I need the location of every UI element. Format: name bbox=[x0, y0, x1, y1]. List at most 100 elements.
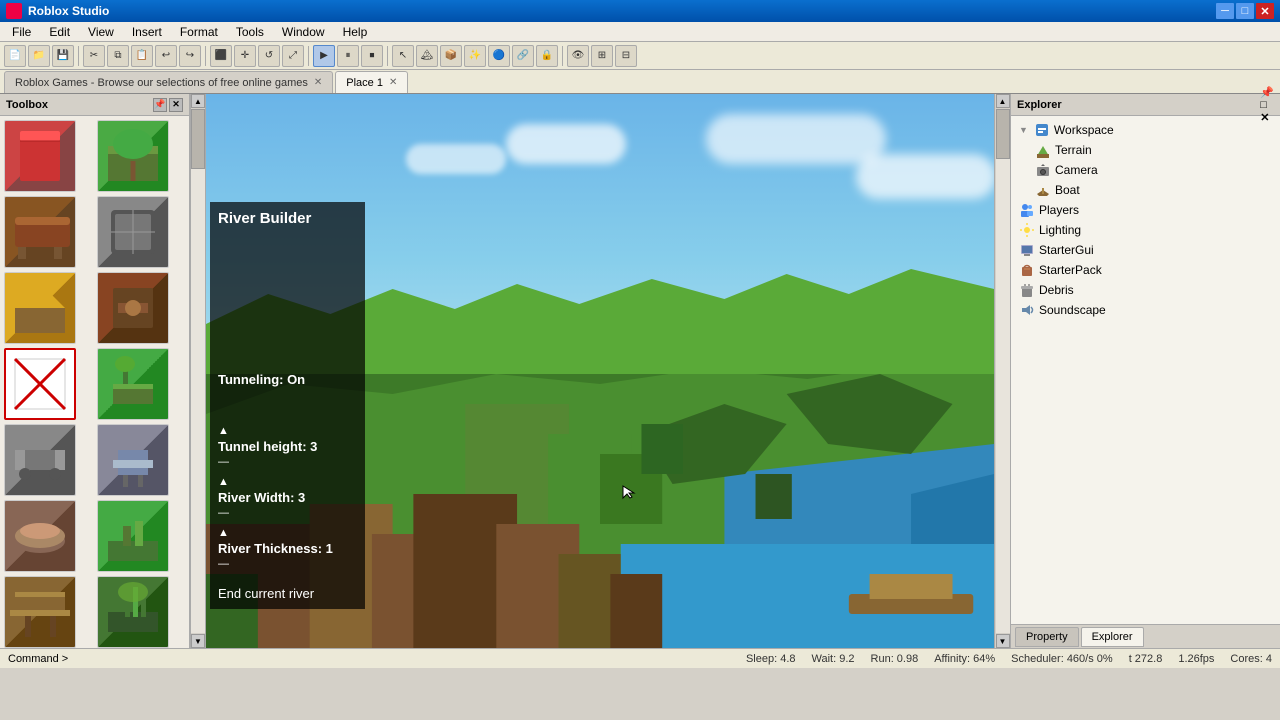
toolbar-snap[interactable]: ⊞ bbox=[591, 45, 613, 67]
toolbox-item-8[interactable] bbox=[97, 348, 169, 420]
explorer-pin[interactable]: 📌 bbox=[1260, 86, 1274, 99]
toolbar-save[interactable]: 💾 bbox=[52, 45, 74, 67]
scrollbar-track bbox=[191, 109, 205, 633]
toolbox-item-10[interactable] bbox=[97, 424, 169, 496]
tunneling-row: Tunneling: On bbox=[218, 372, 357, 387]
explorer-item-players[interactable]: Players bbox=[1015, 200, 1276, 220]
menu-format[interactable]: Format bbox=[172, 23, 226, 41]
toolbar-paste[interactable]: 📋 bbox=[131, 45, 153, 67]
tab-place1-close[interactable]: ✕ bbox=[389, 77, 397, 88]
lighting-icon bbox=[1019, 222, 1035, 238]
toolbox-item-14[interactable] bbox=[97, 576, 169, 648]
toolbar-join[interactable]: 🔗 bbox=[512, 45, 534, 67]
river-width-row[interactable]: ▲ River Width: 3 — bbox=[218, 476, 357, 519]
toolbox-item-13[interactable] bbox=[4, 576, 76, 648]
explorer-item-lighting[interactable]: Lighting bbox=[1015, 220, 1276, 240]
toolbar-cursor[interactable]: ↖ bbox=[392, 45, 414, 67]
status-stats: Sleep: 4.8 Wait: 9.2 Run: 0.98 Affinity:… bbox=[746, 653, 1272, 665]
toolbar-redo[interactable]: ↪ bbox=[179, 45, 201, 67]
tab-games-close[interactable]: ✕ bbox=[314, 77, 322, 88]
toolbox-close[interactable]: ✕ bbox=[169, 98, 183, 112]
camera-icon bbox=[1035, 162, 1051, 178]
toolbar-effect[interactable]: ✨ bbox=[464, 45, 486, 67]
toolbar-new[interactable]: 📄 bbox=[4, 45, 26, 67]
menu-help[interactable]: Help bbox=[335, 23, 376, 41]
toolbox-item-7[interactable] bbox=[4, 348, 76, 420]
explorer-item-debris[interactable]: Debris bbox=[1015, 280, 1276, 300]
menu-view[interactable]: View bbox=[80, 23, 122, 41]
toolbar-scale[interactable]: ⤢ bbox=[282, 45, 304, 67]
menu-window[interactable]: Window bbox=[274, 23, 333, 41]
maximize-button[interactable]: □ bbox=[1236, 3, 1254, 19]
tunnel-height-row[interactable]: ▲ Tunnel height: 3 — bbox=[218, 425, 357, 468]
toolbar-stop[interactable]: ⏹ bbox=[361, 45, 383, 67]
tab-games[interactable]: Roblox Games - Browse our selections of … bbox=[4, 71, 333, 93]
viewport-scroll-thumb[interactable] bbox=[996, 109, 1010, 159]
explorer-item-workspace[interactable]: ▼ Workspace bbox=[1015, 120, 1276, 140]
toolbox-item-2[interactable] bbox=[97, 120, 169, 192]
toolbar-open[interactable]: 📁 bbox=[28, 45, 50, 67]
explorer-item-camera[interactable]: Camera bbox=[1015, 160, 1276, 180]
toolbox-item-1[interactable] bbox=[4, 120, 76, 192]
toolbox-item-9[interactable] bbox=[4, 424, 76, 496]
tab-place1[interactable]: Place 1 ✕ bbox=[335, 71, 408, 93]
end-river-button[interactable]: End current river bbox=[218, 586, 357, 601]
river-builder-panel: River Builder Tunneling: On ▲ Tunnel hei… bbox=[210, 202, 365, 609]
starterpack-label: StarterPack bbox=[1039, 263, 1102, 277]
menu-bar: File Edit View Insert Format Tools Windo… bbox=[0, 22, 1280, 42]
status-sleep: Sleep: 4.8 bbox=[746, 653, 796, 665]
explorer-maximize[interactable]: □ bbox=[1260, 99, 1274, 111]
toolbar-copy[interactable]: ⧉ bbox=[107, 45, 129, 67]
scrollbar-down[interactable]: ▼ bbox=[191, 634, 205, 648]
toolbar-grid[interactable]: ⊟ bbox=[615, 45, 637, 67]
toolbox-scrollbar[interactable]: ▲ ▼ bbox=[190, 94, 206, 648]
scrollbar-up[interactable]: ▲ bbox=[191, 94, 205, 108]
toolbar-play[interactable]: ▶ bbox=[313, 45, 335, 67]
viewport[interactable]: River Builder Tunneling: On ▲ Tunnel hei… bbox=[206, 94, 994, 648]
viewport-scroll-down[interactable]: ▼ bbox=[996, 634, 1010, 648]
close-button[interactable]: ✕ bbox=[1256, 3, 1274, 19]
toolbar-move[interactable]: ✛ bbox=[234, 45, 256, 67]
tab-property[interactable]: Property bbox=[1015, 627, 1079, 647]
explorer-item-terrain[interactable]: Terrain bbox=[1015, 140, 1276, 160]
toolbar-rotate[interactable]: ↺ bbox=[258, 45, 280, 67]
toolbar-pause[interactable]: ⏸ bbox=[337, 45, 359, 67]
toolbox-item-11[interactable] bbox=[4, 500, 76, 572]
toolbar-cut[interactable]: ✂ bbox=[83, 45, 105, 67]
explorer-item-soundscape[interactable]: Soundscape bbox=[1015, 300, 1276, 320]
toolbar-select[interactable]: ⬛ bbox=[210, 45, 232, 67]
toolbar-lock[interactable]: 🔒 bbox=[536, 45, 558, 67]
toolbox-item-3[interactable] bbox=[4, 196, 76, 268]
toolbar-sep5 bbox=[562, 46, 563, 66]
toolbox-pin[interactable]: 📌 bbox=[153, 98, 167, 112]
menu-tools[interactable]: Tools bbox=[228, 23, 272, 41]
toolbar-model[interactable]: 📦 bbox=[440, 45, 462, 67]
status-fps: 1.26fps bbox=[1178, 653, 1214, 665]
toolbox-item-5[interactable] bbox=[4, 272, 76, 344]
scrollbar-thumb[interactable] bbox=[191, 109, 205, 169]
viewport-scrollbar[interactable]: ▲ ▼ bbox=[994, 94, 1010, 648]
toolbar-sep2 bbox=[205, 46, 206, 66]
toolbox-item-4[interactable] bbox=[97, 196, 169, 268]
debris-icon bbox=[1019, 282, 1035, 298]
toolbar-view3d[interactable]: 👁 bbox=[567, 45, 589, 67]
menu-file[interactable]: File bbox=[4, 23, 39, 41]
explorer-item-boat[interactable]: Boat bbox=[1015, 180, 1276, 200]
toolbar-undo[interactable]: ↩ bbox=[155, 45, 177, 67]
tab-explorer[interactable]: Explorer bbox=[1081, 627, 1144, 647]
command-prompt[interactable]: Command > bbox=[8, 653, 68, 665]
toolbox-item-6[interactable] bbox=[97, 272, 169, 344]
toolbox-title: Toolbox bbox=[6, 99, 48, 111]
tunnel-height-label: Tunnel height: 3 bbox=[218, 439, 357, 454]
menu-insert[interactable]: Insert bbox=[124, 23, 170, 41]
toolbar-part[interactable]: 🔵 bbox=[488, 45, 510, 67]
players-icon bbox=[1019, 202, 1035, 218]
toolbar-terrain[interactable]: 🏔 bbox=[416, 45, 438, 67]
toolbox-item-12[interactable] bbox=[97, 500, 169, 572]
minimize-button[interactable]: ─ bbox=[1216, 3, 1234, 19]
explorer-item-starterpack[interactable]: StarterPack bbox=[1015, 260, 1276, 280]
river-thickness-row[interactable]: ▲ River Thickness: 1 — bbox=[218, 527, 357, 570]
explorer-item-startergui[interactable]: StarterGui bbox=[1015, 240, 1276, 260]
viewport-scroll-up[interactable]: ▲ bbox=[996, 94, 1010, 108]
menu-edit[interactable]: Edit bbox=[41, 23, 78, 41]
